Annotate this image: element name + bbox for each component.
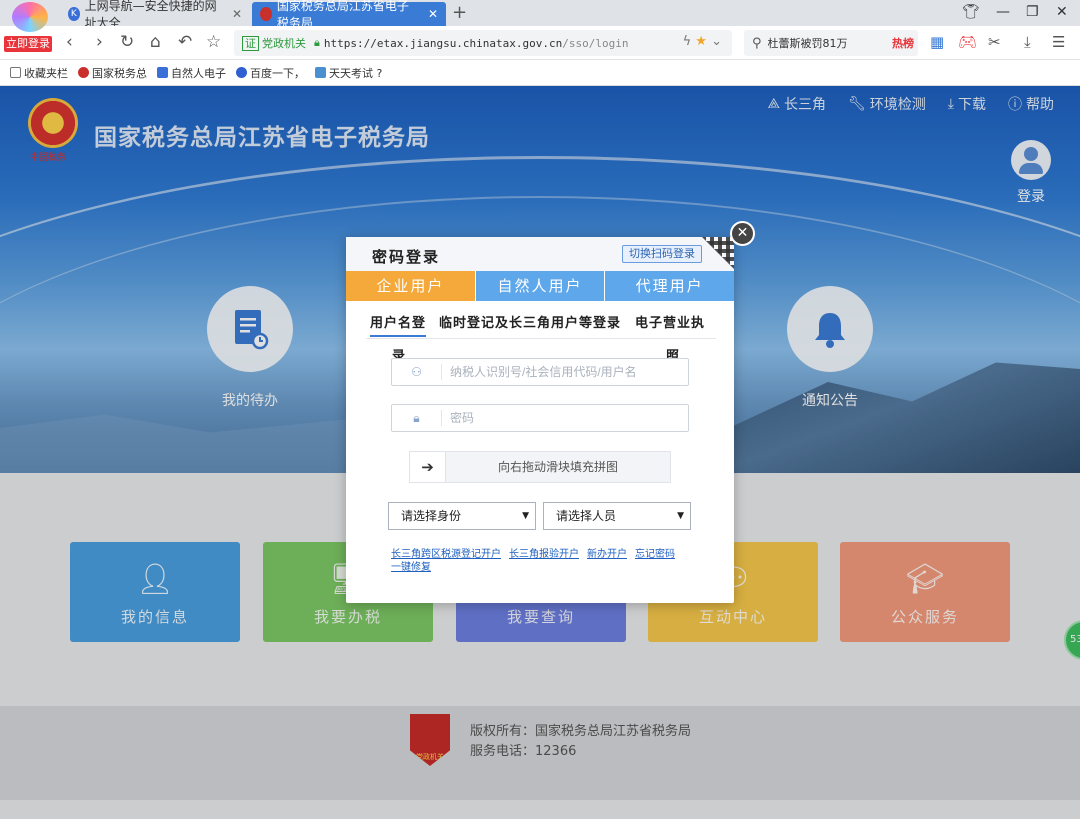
scissors-icon[interactable]: ✂ [988,33,1001,51]
apps-icon[interactable]: ▦ [930,33,944,51]
bookmark-item[interactable]: 天天考试 ? [315,65,382,81]
emblem-icon [260,7,272,21]
lock-icon: 🔒︎ [314,36,320,49]
site-icon [157,67,168,78]
slider-label: 向右拖动滑块填充拼图 [497,460,618,474]
modal-header: 密码登录 切换扫码登录 [346,237,734,271]
hot-badge[interactable]: 热榜 [892,35,914,51]
tab-enterprise-user[interactable]: 企业用户 [346,271,476,301]
password-input[interactable] [450,411,670,425]
subtab-license-login[interactable]: 电子营业执 [635,315,705,333]
slider-captcha[interactable]: ➔ 向右拖动滑块填充拼图 [409,451,671,483]
arrow-right-icon[interactable]: ➔ [410,452,446,482]
folder-icon [10,67,21,78]
star-icon[interactable]: ★ [695,34,707,49]
reload-icon[interactable]: ↻ [120,32,134,52]
modal-title: 密码登录 [372,248,441,266]
download-icon[interactable]: ⤓ [1024,33,1031,51]
bookmark-item[interactable]: 百度一下， [236,65,305,81]
url-input[interactable]: 证 党政机关 🔒︎ https://etax.jiangsu.chinatax.… [234,30,732,56]
subtab-username-login[interactable]: 用户名登 [370,315,427,337]
close-icon[interactable]: ✕ [232,7,242,21]
emblem-icon [78,67,89,78]
tab-natural-person[interactable]: 自然人用户 [475,271,606,301]
tab-navigation[interactable]: K 上网导航—安全快捷的网址大全 ✕ [60,0,250,30]
bookmarks-bar: 收藏夹栏 国家税务总 自然人电子 百度一下， 天天考试 ? [0,60,1080,86]
chevron-down-icon[interactable]: ⌄ [711,34,722,49]
browser-logo[interactable]: 立即登录 [4,2,56,52]
login-modal: 密码登录 切换扫码登录 企业用户 自然人用户 代理用户 用户名登 临时登记及长三… [346,237,735,603]
browser-tab-bar: K 上网导航—安全快捷的网址大全 ✕ 国家税务总局江苏省电子税务局 ✕ + 👕︎… [0,0,1080,30]
lightning-icon[interactable]: ϟ [683,34,692,49]
login-method-tabs: 用户名登 临时登记及长三角用户等登录 电子营业执 [366,315,716,339]
link-forgot-password[interactable]: 忘记密码 [635,549,675,560]
new-tab-button[interactable]: + [452,2,467,23]
switch-qr-login-button[interactable]: 切换扫码登录 [622,245,702,263]
link-inspection-register[interactable]: 长三角报验开户 [509,549,579,560]
user-type-tabs: 企业用户 自然人用户 代理用户 [346,271,735,301]
url-text: https://etax.jiangsu.chinatax.gov.cn/sso… [323,36,629,50]
link-one-click-repair[interactable]: 一键修复 [391,562,431,573]
tab-agent-user[interactable]: 代理用户 [605,271,735,301]
link-cross-region-register[interactable]: 长三角跨区税源登记开户 [391,549,501,560]
search-input[interactable]: ⚲ 杜蕾斯被罚81万 热榜 [744,30,918,56]
window-close-button[interactable]: ✕ [1056,4,1068,20]
back-icon[interactable]: ‹ [66,32,73,52]
book-icon [315,67,326,78]
minimize-button[interactable]: — [996,4,1010,20]
gov-cert-icon: 证 [242,35,259,51]
browser-login-button[interactable]: 立即登录 [4,36,52,52]
site-k-icon: K [68,7,80,21]
browser-logo-icon [12,2,48,32]
url-actions: ϟ ★ ⌄ [683,34,722,49]
identity-select[interactable]: 请选择身份 ▼ [388,502,536,530]
link-new-register[interactable]: 新办开户 [587,549,627,560]
lock-icon: 🔒︎ [392,410,442,426]
qr-code-icon[interactable] [702,237,734,269]
user-icon: ⚇ [392,364,442,380]
search-icon: ⚲ [752,35,762,51]
menu-icon[interactable]: ☰ [1052,33,1065,51]
person-select[interactable]: 请选择人员 ▼ [543,502,691,530]
gov-label: 党政机关 [262,37,306,50]
undo-icon[interactable]: ↶ [178,32,192,52]
shirt-icon[interactable]: 👕︎ [962,4,980,20]
favorite-icon[interactable]: ☆ [206,32,221,52]
modal-close-button[interactable]: ✕ [730,221,755,246]
modal-links: 长三角跨区税源登记开户 长三角报验开户 新办开户 忘记密码 一键修复 [391,548,701,574]
password-field[interactable]: 🔒︎ [391,404,689,432]
bookmark-folder[interactable]: 收藏夹栏 [10,65,68,81]
tab-etax[interactable]: 国家税务总局江苏省电子税务局 ✕ [252,0,446,30]
restore-button[interactable]: ❐ [1026,4,1039,20]
username-input[interactable] [450,365,670,379]
caret-down-icon: ▼ [522,511,529,521]
home-icon[interactable]: ⌂ [150,32,161,52]
forward-icon[interactable]: › [96,32,103,52]
game-icon[interactable]: 🎮︎ [958,33,977,51]
subtab-temp-login[interactable]: 临时登记及长三角用户等登录 [439,315,621,333]
baidu-paw-icon [236,67,247,78]
bookmark-item[interactable]: 国家税务总 [78,65,147,81]
caret-down-icon: ▼ [677,511,684,521]
search-text: 杜蕾斯被罚81万 [767,37,848,50]
bookmark-item[interactable]: 自然人电子 [157,65,226,81]
close-icon[interactable]: ✕ [428,7,438,21]
username-field[interactable]: ⚇ [391,358,689,386]
address-bar: ‹ › ↻ ⌂ ↶ ☆ 证 党政机关 🔒︎ https://etax.jiang… [0,26,1080,60]
